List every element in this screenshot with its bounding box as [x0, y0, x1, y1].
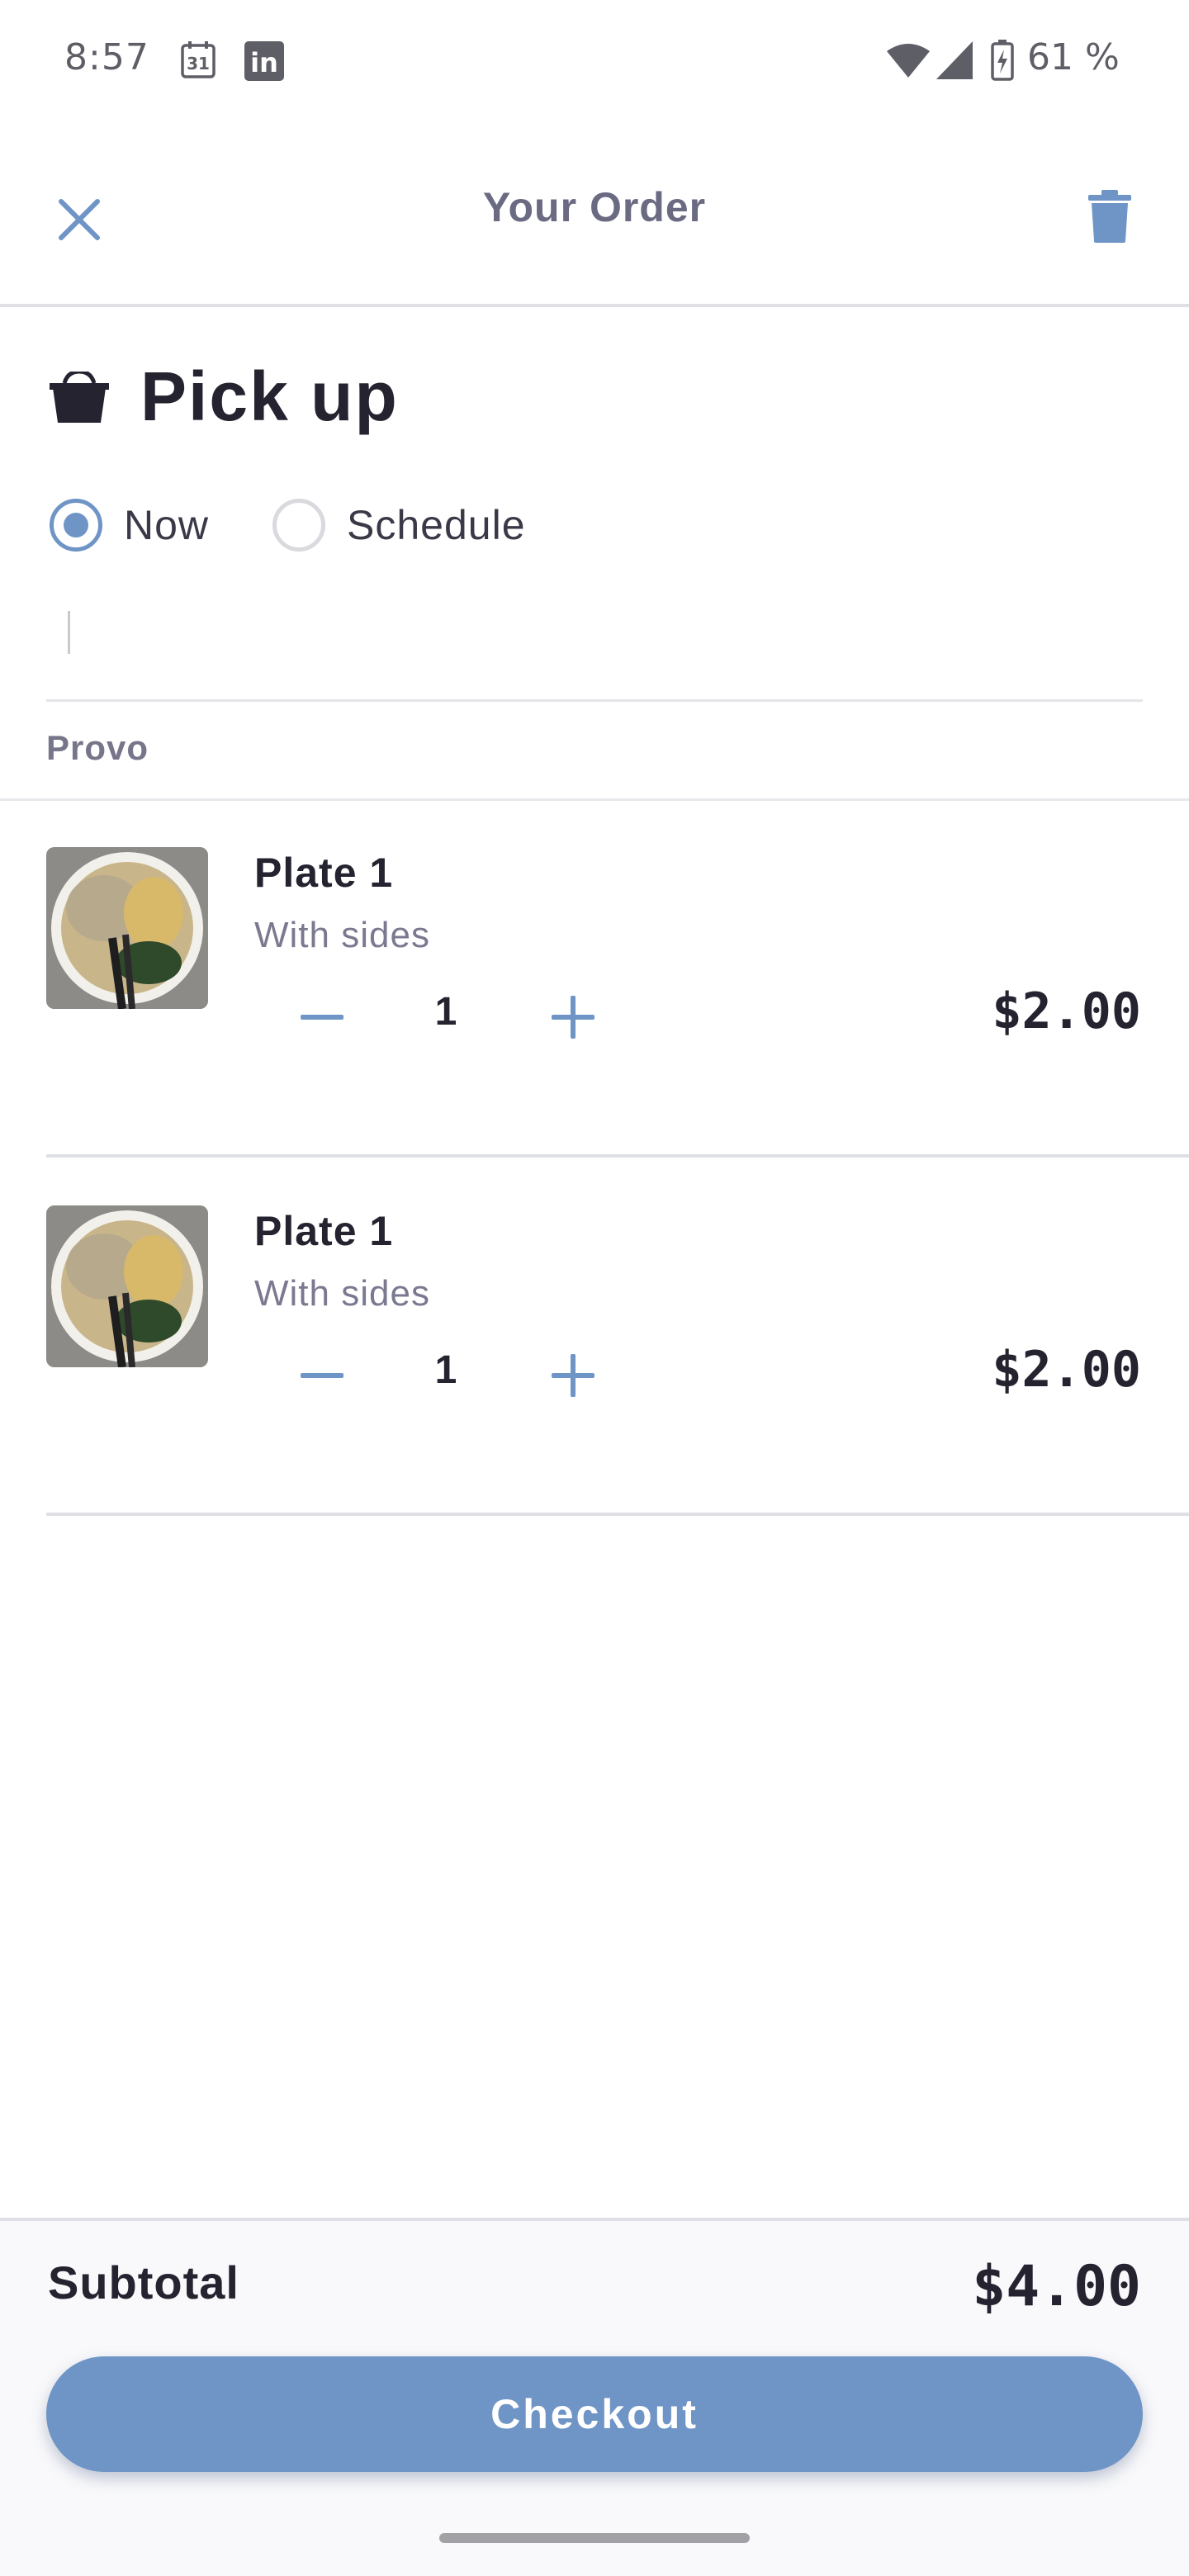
battery-charging-icon — [991, 40, 1014, 81]
item-price: $2.00 — [992, 983, 1141, 1040]
delete-order-button[interactable] — [1077, 183, 1143, 249]
plus-icon — [552, 1354, 594, 1397]
decrease-quantity-button[interactable] — [289, 1342, 355, 1409]
header: Your Order — [0, 121, 1189, 307]
pickup-heading: Pick up — [140, 358, 399, 435]
location-name: Provo — [46, 728, 149, 767]
item-image — [46, 847, 208, 1009]
minus-icon — [301, 1015, 343, 1020]
checkout-button[interactable]: Checkout — [46, 2356, 1143, 2472]
status-time: 8:57 — [64, 36, 149, 78]
item-image — [46, 1205, 208, 1367]
minus-icon — [301, 1373, 343, 1378]
radio-now-label: Now — [124, 502, 210, 548]
item-description: With sides — [254, 915, 430, 955]
radio-now-indicator — [50, 499, 102, 552]
battery-percent: 61 % — [1027, 36, 1120, 78]
trash-icon — [1088, 190, 1131, 243]
signal-icon — [936, 41, 973, 79]
text-caret — [68, 611, 70, 654]
item-quantity: 1 — [434, 1348, 457, 1392]
subtotal-value: $4.00 — [972, 2254, 1141, 2319]
divider — [46, 1513, 1189, 1516]
radio-now[interactable]: Now — [50, 492, 209, 558]
item-description: With sides — [254, 1273, 430, 1314]
status-bar: 8:57 31 in 61 % — [0, 0, 1189, 121]
decrease-quantity-button[interactable] — [289, 984, 355, 1050]
increase-quantity-button[interactable] — [540, 984, 606, 1050]
radio-schedule-indicator — [272, 499, 325, 552]
plus-icon — [552, 996, 594, 1039]
calendar-icon: 31 — [181, 41, 216, 78]
item-price: $2.00 — [992, 1341, 1141, 1399]
increase-quantity-button[interactable] — [540, 1342, 606, 1409]
radio-schedule-label: Schedule — [347, 502, 526, 548]
divider — [46, 1154, 1189, 1158]
wifi-icon — [887, 44, 930, 78]
home-indicator[interactable] — [439, 2533, 750, 2543]
linkedin-icon: in — [244, 41, 284, 81]
item-quantity: 1 — [434, 990, 457, 1034]
svg-text:in: in — [250, 47, 278, 78]
location-header: Provo — [0, 702, 1189, 801]
radio-schedule[interactable]: Schedule — [272, 492, 526, 558]
bag-icon — [50, 372, 109, 423]
item-name: Plate 1 — [254, 1208, 394, 1254]
order-item: Plate 1 With sides 1 $2.00 — [0, 1159, 1189, 1516]
order-item: Plate 1 With sides 1 $2.00 — [0, 801, 1189, 1158]
subtotal-label: Subtotal — [48, 2256, 239, 2308]
svg-text:31: 31 — [187, 54, 210, 73]
schedule-input[interactable] — [46, 594, 1143, 702]
order-footer: Subtotal $4.00 Checkout — [0, 2218, 1189, 2576]
page-title: Your Order — [482, 184, 707, 230]
item-name: Plate 1 — [254, 850, 394, 896]
